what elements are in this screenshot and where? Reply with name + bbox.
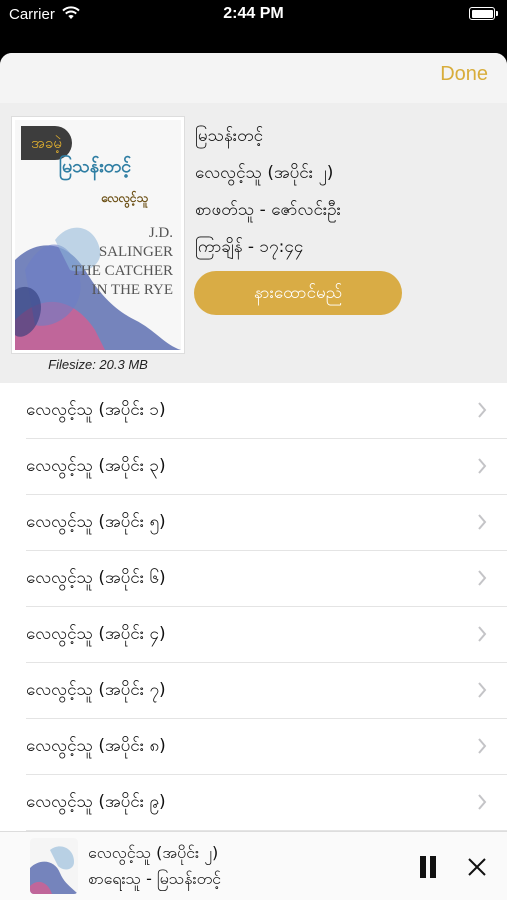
status-time: 2:44 PM [223, 5, 284, 22]
filesize-label: Filesize: 20.3 MB [48, 357, 148, 372]
list-item[interactable]: လေလွင့်သူ (အပိုင်း ၇) [26, 663, 507, 719]
episode-label: လေလွင့်သူ (အပိုင်း ၆) [26, 568, 166, 588]
book-info: မြသန်းတင့် လေလွင့်သူ (အပိုင်း ၂) စာဖတ်သူ… [195, 121, 341, 269]
done-button[interactable]: Done [440, 63, 488, 86]
battery-icon [469, 7, 498, 20]
cover-title: မြသန်းတင့် [59, 156, 132, 177]
close-icon[interactable] [466, 856, 488, 878]
chevron-right-icon [478, 626, 487, 642]
book-narrator: စာဖတ်သူ - ဇော်လင်းဦး [195, 200, 341, 220]
book-detail-sheet: Done အခမဲ့ မြသန်းတင့် လေလွင့်သူ J.D. SAL… [0, 53, 507, 900]
episode-label: လေလွင့်သူ (အပိုင်း ၄) [26, 624, 166, 644]
episode-label: လေလွင့်သူ (အပိုင်း ၅) [26, 512, 166, 532]
chevron-right-icon [478, 570, 487, 586]
episode-list: လေလွင့်သူ (အပိုင်း ၁) လေလွင့်သူ (အပိုင်း… [0, 383, 507, 831]
episode-label: လေလွင့်သူ (အပိုင်း ၁) [26, 400, 166, 420]
cover-author-text: J.D. SALINGER THE CATCHER IN THE RYE [15, 224, 181, 300]
chevron-right-icon [478, 402, 487, 418]
player-title: လေလွင့်သူ (အပိုင်း ၂) [88, 843, 219, 862]
mini-player[interactable]: လေလွင့်သူ (အပိုင်း ၂) စာရေးသူ - မြသန်းတင… [0, 831, 507, 900]
episode-label: လေလွင့်သူ (အပိုင်း ၃) [26, 456, 166, 476]
list-item[interactable]: လေလွင့်သူ (အပိုင်း ၆) [26, 551, 507, 607]
pause-icon[interactable] [417, 856, 439, 878]
episode-label: လေလွင့်သူ (အပိုင်း ၇) [26, 680, 166, 700]
book-episode: လေလွင့်သူ (အပိုင်း ၂) [195, 163, 334, 183]
list-item[interactable]: လေလွင့်သူ (အပိုင်း ၈) [26, 719, 507, 775]
cover-subtitle: လေလွင့်သူ [101, 191, 149, 205]
listen-button[interactable]: နားထောင်မည် [194, 271, 402, 315]
book-cover: အခမဲ့ မြသန်းတင့် လေလွင့်သူ J.D. SALINGER… [12, 117, 184, 353]
book-detail-panel: အခမဲ့ မြသန်းတင့် လေလွင့်သူ J.D. SALINGER… [0, 103, 507, 383]
cover-author-line: IN THE RYE [91, 282, 173, 298]
list-item[interactable]: လေလွင့်သူ (အပိုင်း ၉) [26, 775, 507, 831]
status-bar: Carrier 2:44 PM [0, 0, 507, 30]
chevron-right-icon [478, 682, 487, 698]
chevron-right-icon [478, 794, 487, 810]
cover-author-line: SALINGER [98, 244, 173, 260]
book-title: မြသန်းတင့် [195, 126, 264, 146]
chevron-right-icon [478, 738, 487, 754]
list-item[interactable]: လေလွင့်သူ (အပိုင်း ၁) [26, 383, 507, 439]
nav-bar: Done [0, 53, 507, 103]
player-author: စာရေးသူ - မြသန်းတင့် [88, 869, 222, 888]
list-item[interactable]: လေလွင့်သူ (အပိုင်း ၅) [26, 495, 507, 551]
list-item[interactable]: လေလွင့်သူ (အပိုင်း ၃) [26, 439, 507, 495]
episode-label: လေလွင့်သူ (အပိုင်း ၈) [26, 736, 166, 756]
list-item[interactable]: လေလွင့်သူ (အပိုင်း ၄) [26, 607, 507, 663]
chevron-right-icon [478, 514, 487, 530]
book-duration: ကြာချိန် - ၁၇:၄၄ [195, 237, 304, 257]
chevron-right-icon [478, 458, 487, 474]
cover-author-line: THE CATCHER [71, 263, 173, 279]
episode-label: လေလွင့်သူ (အပိုင်း ၉) [26, 792, 166, 812]
cover-author-line: J.D. [148, 225, 173, 241]
player-thumbnail [30, 838, 78, 894]
